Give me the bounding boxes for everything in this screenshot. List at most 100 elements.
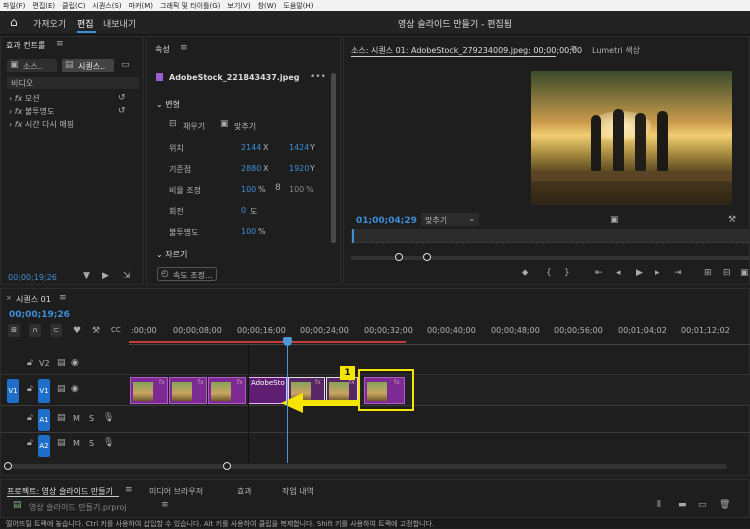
properties-title[interactable]: 속성: [155, 44, 170, 55]
nest-icon[interactable]: ⊞: [8, 324, 20, 337]
lock-icon[interactable]: 🔓︎: [27, 414, 33, 423]
panel-toggle-icon[interactable]: ▭: [121, 61, 130, 70]
lock-icon[interactable]: 🔓︎: [27, 359, 33, 368]
anchor-y[interactable]: 1920: [289, 164, 309, 173]
menu-marker[interactable]: 마커(M): [129, 1, 153, 11]
step-forward-icon[interactable]: ▸: [655, 269, 660, 278]
menu-view[interactable]: 보기(V): [227, 1, 250, 11]
timeline-clip[interactable]: fx: [130, 377, 168, 404]
list-view-icon[interactable]: ≡: [161, 501, 169, 510]
insert-icon[interactable]: ⊞: [704, 269, 712, 278]
play-only-audio-icon[interactable]: ▶: [102, 272, 109, 281]
source-button[interactable]: ▣ 소스..: [7, 59, 57, 72]
tab-media-browser[interactable]: 미디어 브라우저: [149, 486, 203, 497]
timeline-scrollbar[interactable]: [5, 464, 727, 469]
source-patch-v1[interactable]: V1: [7, 379, 19, 403]
zoom-handle-right[interactable]: [423, 253, 431, 261]
filter-icon[interactable]: ▼: [83, 272, 90, 281]
track-a1-target[interactable]: A1: [38, 409, 50, 431]
eye-icon[interactable]: ◉: [71, 359, 79, 368]
video-preview[interactable]: [531, 71, 732, 205]
position-y[interactable]: 1424: [289, 143, 309, 152]
lock-icon[interactable]: 🔓︎: [27, 385, 33, 394]
mark-out-icon[interactable]: }: [564, 269, 570, 278]
tab-history[interactable]: 작업 내역: [282, 486, 314, 497]
sequence-button[interactable]: ▤ 시퀀스..: [62, 59, 114, 72]
work-area-bar[interactable]: [129, 341, 406, 343]
tab-effects[interactable]: 효과: [237, 486, 252, 497]
fill-button[interactable]: 채우기: [183, 121, 205, 132]
menu-file[interactable]: 파일(F): [3, 1, 25, 11]
reset-icon[interactable]: ↺: [118, 107, 126, 116]
properties-scrollbar[interactable]: [331, 73, 336, 243]
menu-window[interactable]: 창(W): [258, 1, 277, 11]
new-bin-icon[interactable]: ▬: [678, 501, 687, 510]
track-v1-target[interactable]: V1: [38, 379, 50, 403]
monitor-timeline-bar[interactable]: [351, 229, 749, 243]
monitor-playhead[interactable]: [352, 229, 354, 243]
timeline-clip[interactable]: fx: [208, 377, 246, 404]
more-icon[interactable]: •••: [310, 73, 326, 82]
home-icon[interactable]: ⌂: [10, 16, 18, 28]
timeline-timecode[interactable]: 00;00;19;26: [9, 310, 70, 320]
snap-icon[interactable]: ∩: [29, 324, 41, 337]
export-frame-icon[interactable]: ▣: [740, 269, 749, 278]
menu-help[interactable]: 도움말(H): [283, 1, 313, 11]
close-icon[interactable]: ×: [6, 295, 12, 302]
effect-time-remap[interactable]: › fx 시간 다시 매핑: [9, 119, 74, 130]
opacity-value[interactable]: 100: [241, 227, 256, 236]
playhead-line[interactable]: [287, 339, 288, 463]
menu-clip[interactable]: 클립(C): [62, 1, 85, 11]
panel-menu-icon[interactable]: ≡: [59, 294, 67, 303]
tab-export[interactable]: 내보내기: [103, 17, 136, 30]
position-x[interactable]: 2144: [241, 143, 261, 152]
reset-icon[interactable]: ↺: [118, 94, 126, 103]
panel-menu-icon[interactable]: ≡: [570, 45, 578, 54]
sync-icon[interactable]: ▤: [57, 439, 66, 448]
project-file-name[interactable]: 영상 슬라이드 만들기.prproj: [29, 502, 127, 513]
marker-icon[interactable]: ♥: [73, 327, 81, 336]
go-to-out-icon[interactable]: ⇥: [674, 269, 682, 278]
zoom-handle-left[interactable]: [395, 253, 403, 261]
sync-icon[interactable]: ▤: [57, 359, 66, 368]
linked-selection-icon[interactable]: ⊂: [50, 324, 62, 337]
sequence-tab[interactable]: 시퀀스 01: [16, 294, 51, 305]
effect-timecode[interactable]: 00;00;19;26: [8, 273, 57, 282]
microphone-icon[interactable]: 🎙︎: [103, 439, 114, 448]
playhead-handle[interactable]: [283, 337, 292, 346]
go-to-in-icon[interactable]: ⇤: [595, 269, 603, 278]
sync-icon[interactable]: ▤: [57, 414, 66, 423]
add-marker-icon[interactable]: ⬥: [522, 269, 528, 278]
mark-in-icon[interactable]: {: [546, 269, 552, 278]
sync-icon[interactable]: ▤: [57, 385, 66, 394]
fit-button[interactable]: 맞추기: [234, 121, 256, 132]
tab-lumetri[interactable]: Lumetri 색상: [592, 45, 640, 56]
overwrite-icon[interactable]: ⊟: [723, 269, 731, 278]
eye-icon[interactable]: ◉: [71, 385, 79, 394]
transform-section[interactable]: ⌄ 변형: [156, 99, 180, 110]
panel-menu-icon[interactable]: ≡: [180, 44, 188, 53]
timeline-clip[interactable]: fx: [169, 377, 207, 404]
scroll-handle-left[interactable]: [4, 462, 12, 470]
wrench-icon[interactable]: ⚒: [728, 216, 736, 225]
effect-opacity[interactable]: › fx 불투명도: [9, 106, 54, 117]
new-item-icon[interactable]: ▭: [698, 501, 707, 510]
solo-button[interactable]: S: [89, 439, 94, 448]
rotation-value[interactable]: 0: [241, 206, 246, 215]
track-a2-target[interactable]: A2: [38, 435, 50, 457]
menu-edit[interactable]: 편집(E): [32, 1, 55, 11]
monitor-zoom-slider[interactable]: [351, 256, 749, 260]
menu-graphics[interactable]: 그래픽 및 타이틀(G): [160, 1, 220, 11]
sort-icon[interactable]: ⫴: [657, 501, 661, 510]
effect-motion[interactable]: › fx 모션: [9, 93, 40, 104]
mute-button[interactable]: M: [73, 439, 80, 448]
speed-adjust-button[interactable]: ◴ 속도 조정...: [157, 267, 217, 281]
settings-icon[interactable]: ▣: [610, 216, 619, 225]
anchor-x[interactable]: 2880: [241, 164, 261, 173]
settings-wrench-icon[interactable]: ⚒: [92, 327, 100, 336]
crop-section[interactable]: ⌄ 자르기: [156, 249, 187, 260]
lock-icon[interactable]: 🔓︎: [27, 439, 33, 448]
captions-icon[interactable]: CC: [111, 327, 121, 334]
export-icon[interactable]: ⇲: [123, 272, 131, 281]
step-back-icon[interactable]: ◂: [616, 269, 621, 278]
